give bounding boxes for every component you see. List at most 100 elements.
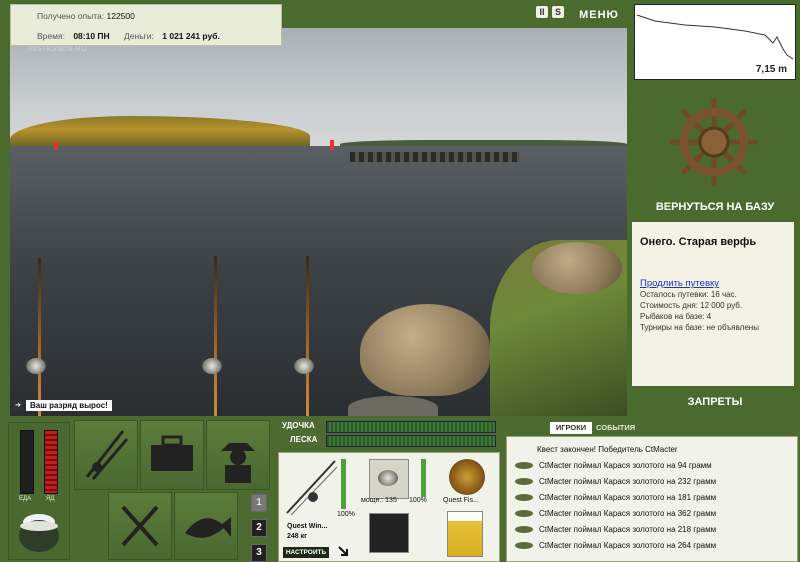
rock — [348, 396, 438, 416]
rod-blank — [38, 258, 41, 416]
reel-name: мощн.: 135 — [361, 497, 397, 504]
line-label: ЛЕСКА — [290, 435, 318, 444]
money-value: 1 021 241 руб. — [162, 31, 220, 41]
rod-blank — [306, 256, 309, 416]
line-spool-icon[interactable] — [449, 459, 485, 495]
quest-line: Квест закончен! Победитель CtMacter — [537, 445, 678, 454]
resize-arrow-icon[interactable] — [337, 545, 349, 557]
cauldron-icon[interactable] — [14, 508, 64, 554]
reel-icon — [202, 358, 222, 374]
fishing-scene[interactable]: INSTASSEN.RU — [10, 28, 627, 416]
buoy-icon — [330, 140, 334, 150]
menu-button[interactable]: МЕНЮ — [576, 6, 622, 24]
arrow-right-icon[interactable]: ➜ — [13, 400, 23, 411]
rod-1[interactable] — [24, 258, 54, 416]
time-value: 08:10 ПН — [73, 31, 110, 41]
list-item: CtMacter поймал Карася золотого на 218 г… — [515, 525, 716, 534]
rod-weight: 248 кг — [287, 533, 308, 540]
tackle-panel: 100% Quest Win... 248 кг НАСТРОИТЬ мощн.… — [278, 452, 500, 562]
fish-icon — [515, 462, 533, 470]
reel-percent: 100% — [409, 497, 427, 504]
slot-2-button[interactable]: 2 — [251, 519, 267, 537]
depth-value: 7,15 m — [755, 64, 787, 75]
setup-button[interactable]: НАСТРОИТЬ — [283, 547, 329, 558]
food-label: ЕДА — [19, 496, 32, 502]
ship-wheel-icon[interactable] — [668, 96, 760, 188]
fish-icon — [185, 517, 231, 538]
exp-label: Получено опыта: — [37, 11, 105, 21]
line-tension-bar — [326, 435, 496, 447]
stat-fishers: Рыбаков на базе: 4 — [640, 312, 712, 321]
rod-name: Quest Win... — [287, 523, 328, 530]
return-to-base-button[interactable]: ВЕРНУТЬСЯ НА БАЗУ — [640, 198, 790, 216]
stat-pass-left: Осталось путевки: 16 час. — [640, 290, 737, 299]
fish-icon — [515, 542, 533, 550]
food-slot[interactable] — [108, 492, 172, 560]
poison-label: ЯД — [46, 496, 55, 502]
reel-icon — [26, 358, 46, 374]
fisherman-icon — [221, 443, 255, 483]
rod-2[interactable] — [202, 256, 232, 416]
depth-sounder: 7,15 m — [634, 4, 796, 80]
extend-pass-link[interactable]: Продлить путевку — [640, 278, 719, 289]
list-item: CtMacter поймал Карася золотого на 94 гр… — [515, 461, 712, 470]
slot-3-button[interactable]: 3 — [251, 544, 267, 562]
tab-events[interactable]: СОБЫТИЯ — [596, 422, 635, 434]
feed-text: CtMacter поймал Карася золотого на 232 г… — [539, 477, 717, 486]
exp-value: 122500 — [106, 11, 135, 21]
list-item: CtMacter поймал Карася золотого на 362 г… — [515, 509, 716, 518]
location-panel: Онего. Старая верфь Продлить путевку Ост… — [632, 222, 794, 386]
fish-slot[interactable] — [174, 492, 238, 560]
fish-icon — [515, 478, 533, 486]
lure-slot[interactable] — [369, 513, 409, 553]
location-title: Онего. Старая верфь — [640, 236, 757, 248]
list-item: CtMacter поймал Карася золотого на 264 г… — [515, 541, 716, 550]
rock — [532, 242, 622, 294]
buoy-icon — [54, 142, 58, 150]
rod-wear-bar — [341, 459, 346, 509]
old-pier — [350, 152, 520, 162]
stat-day-cost: Стоимость дня: 12 000 руб. — [640, 301, 743, 310]
fish-icon — [515, 494, 533, 502]
feed-text: CtMacter поймал Карася золотого на 94 гр… — [539, 461, 712, 470]
tackle-box-icon — [151, 435, 193, 471]
reel-icon — [378, 470, 398, 486]
rods-slot[interactable] — [74, 420, 138, 490]
fish-icon — [515, 526, 533, 534]
tackle-box-slot[interactable] — [140, 420, 204, 490]
rock — [360, 304, 490, 396]
list-item: CtMacter поймал Карася золотого на 181 г… — [515, 493, 716, 502]
fork-knife-icon — [121, 505, 159, 547]
stat-tournaments: Турниры на базе: не объявлены — [640, 323, 759, 332]
rods-icon — [85, 430, 129, 480]
bans-button[interactable]: ЗАПРЕТЫ — [640, 394, 790, 410]
feed-text: CtMacter поймал Карася золотого на 362 г… — [539, 509, 717, 518]
feed-text: CtMacter поймал Карася золотого на 218 г… — [539, 525, 717, 534]
feed-text: CtMacter поймал Карася золотого на 181 г… — [539, 493, 717, 502]
pause-icon[interactable]: II — [536, 6, 548, 18]
rank-message: Ваш разряд вырос! — [26, 400, 112, 411]
rod-icon — [286, 460, 338, 516]
line-name: Quest Fis... — [443, 497, 479, 504]
reel-slot[interactable] — [369, 459, 409, 499]
rod-blank — [214, 256, 217, 416]
bait-icon[interactable] — [447, 511, 483, 557]
list-item: CtMacter поймал Карася золотого на 232 г… — [515, 477, 716, 486]
rod-tension-bar — [326, 421, 496, 433]
tab-players[interactable]: ИГРОКИ — [550, 422, 592, 434]
food-bar — [20, 430, 34, 494]
money-label: Деньги: — [124, 31, 154, 41]
fish-icon — [515, 510, 533, 518]
sound-icon[interactable]: S — [552, 6, 564, 18]
poison-bar — [44, 430, 58, 494]
fisherman-slot[interactable] — [206, 420, 270, 490]
top-icons: II S — [536, 6, 568, 24]
slot-1-button[interactable]: 1 — [251, 494, 267, 512]
rod-label: УДОЧКА — [282, 421, 315, 430]
info-bar: Получено опыта: 122500 Время: 08:10 ПН Д… — [10, 4, 282, 46]
rod-3[interactable] — [294, 256, 324, 416]
feed-text: CtMacter поймал Карася золотого на 264 г… — [539, 541, 717, 550]
reel-icon — [294, 358, 314, 374]
event-feed: Квест закончен! Победитель CtMacter CtMa… — [506, 436, 798, 562]
time-label: Время: — [37, 31, 65, 41]
